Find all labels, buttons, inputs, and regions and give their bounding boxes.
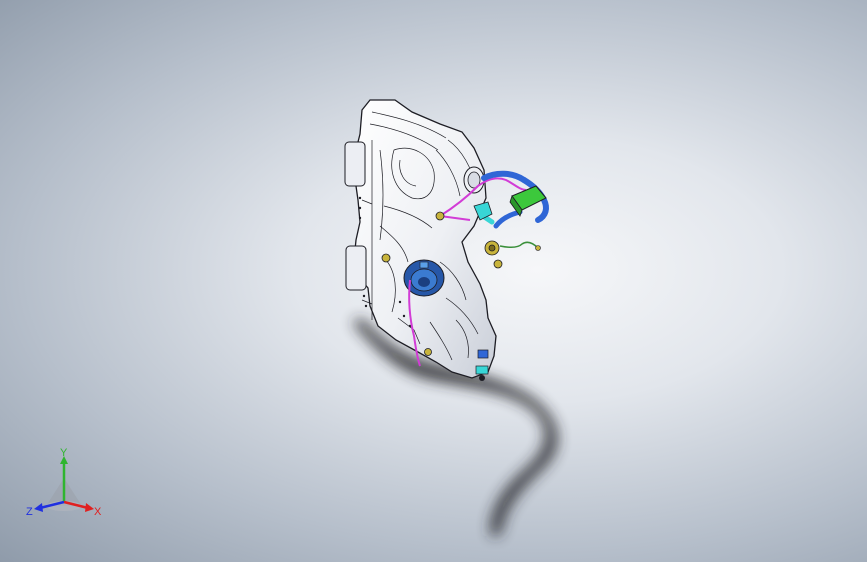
graphics-viewport[interactable]: Y X Z xyxy=(0,0,867,562)
mount-flange-lower xyxy=(345,245,367,291)
y-axis-label: Y xyxy=(60,448,68,459)
x-axis-arrow-icon xyxy=(85,503,94,512)
sensor-wire[interactable] xyxy=(499,241,539,249)
z-axis-label: Z xyxy=(26,506,33,518)
sensor-plug[interactable] xyxy=(535,245,541,251)
x-axis-label: X xyxy=(94,506,102,518)
z-axis-arrow-icon xyxy=(34,503,43,512)
model-canvas[interactable] xyxy=(0,0,867,562)
triad-icon: Y X Z xyxy=(26,447,102,518)
mount-flange-upper xyxy=(344,141,366,187)
reference-triad: Y X Z xyxy=(24,447,108,522)
